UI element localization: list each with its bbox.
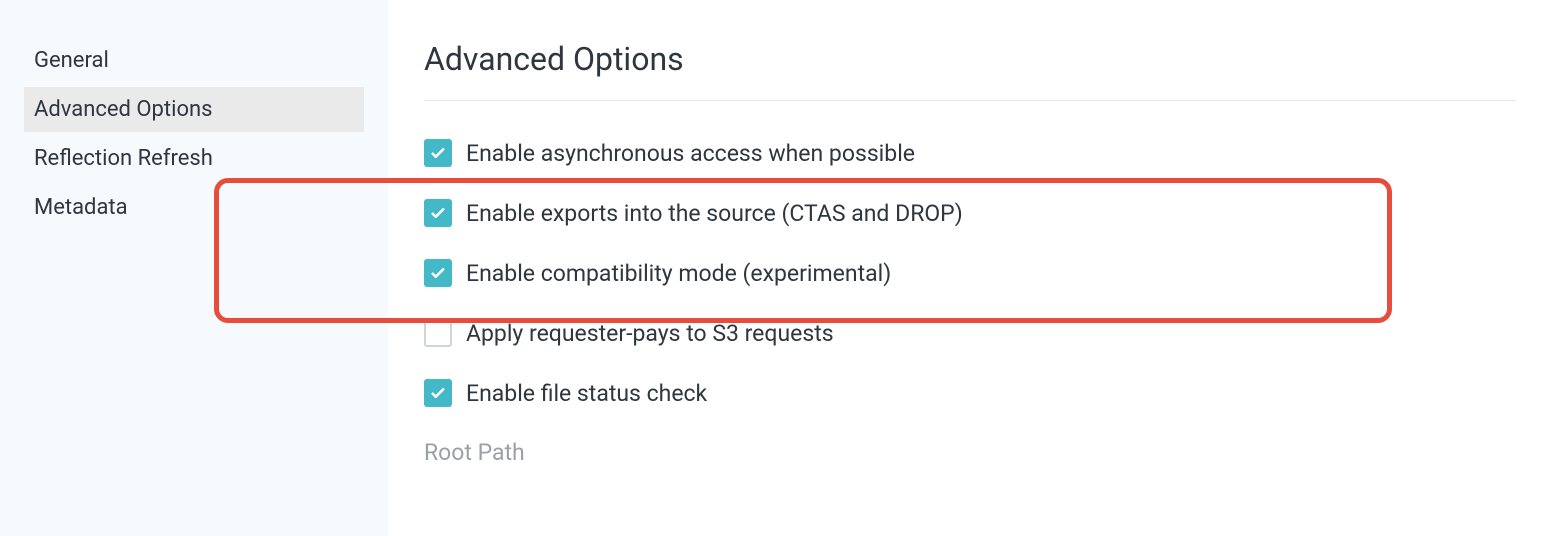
option-row-exports-ctas: Enable exports into the source (CTAS and…	[424, 199, 1516, 227]
option-label: Enable file status check	[466, 380, 707, 407]
page-title: Advanced Options	[424, 40, 1516, 78]
check-icon	[429, 144, 447, 162]
option-row-file-status-check: Enable file status check	[424, 379, 1516, 407]
checkbox-exports-ctas[interactable]	[424, 199, 452, 227]
check-icon	[429, 384, 447, 402]
option-label: Enable asynchronous access when possible	[466, 140, 915, 167]
option-row-requester-pays: Apply requester-pays to S3 requests	[424, 319, 1516, 347]
sidebar-item-metadata[interactable]: Metadata	[24, 185, 364, 230]
option-row-async-access: Enable asynchronous access when possible	[424, 139, 1516, 167]
root-path-label: Root Path	[424, 439, 1516, 466]
checkbox-compatibility-mode[interactable]	[424, 259, 452, 287]
sidebar-item-advanced-options[interactable]: Advanced Options	[24, 87, 364, 132]
checkbox-async-access[interactable]	[424, 139, 452, 167]
option-row-compatibility-mode: Enable compatibility mode (experimental)	[424, 259, 1516, 287]
sidebar-item-general[interactable]: General	[24, 38, 364, 83]
checkbox-file-status-check[interactable]	[424, 379, 452, 407]
check-icon	[429, 264, 447, 282]
main-content: Advanced Options Enable asynchronous acc…	[388, 0, 1556, 536]
option-label: Enable exports into the source (CTAS and…	[466, 200, 963, 227]
option-label: Apply requester-pays to S3 requests	[466, 320, 834, 347]
option-label: Enable compatibility mode (experimental)	[466, 260, 891, 287]
divider	[424, 100, 1516, 101]
sidebar-item-reflection-refresh[interactable]: Reflection Refresh	[24, 136, 364, 181]
check-icon	[429, 204, 447, 222]
settings-sidebar: General Advanced Options Reflection Refr…	[0, 0, 388, 536]
checkbox-requester-pays[interactable]	[424, 319, 452, 347]
